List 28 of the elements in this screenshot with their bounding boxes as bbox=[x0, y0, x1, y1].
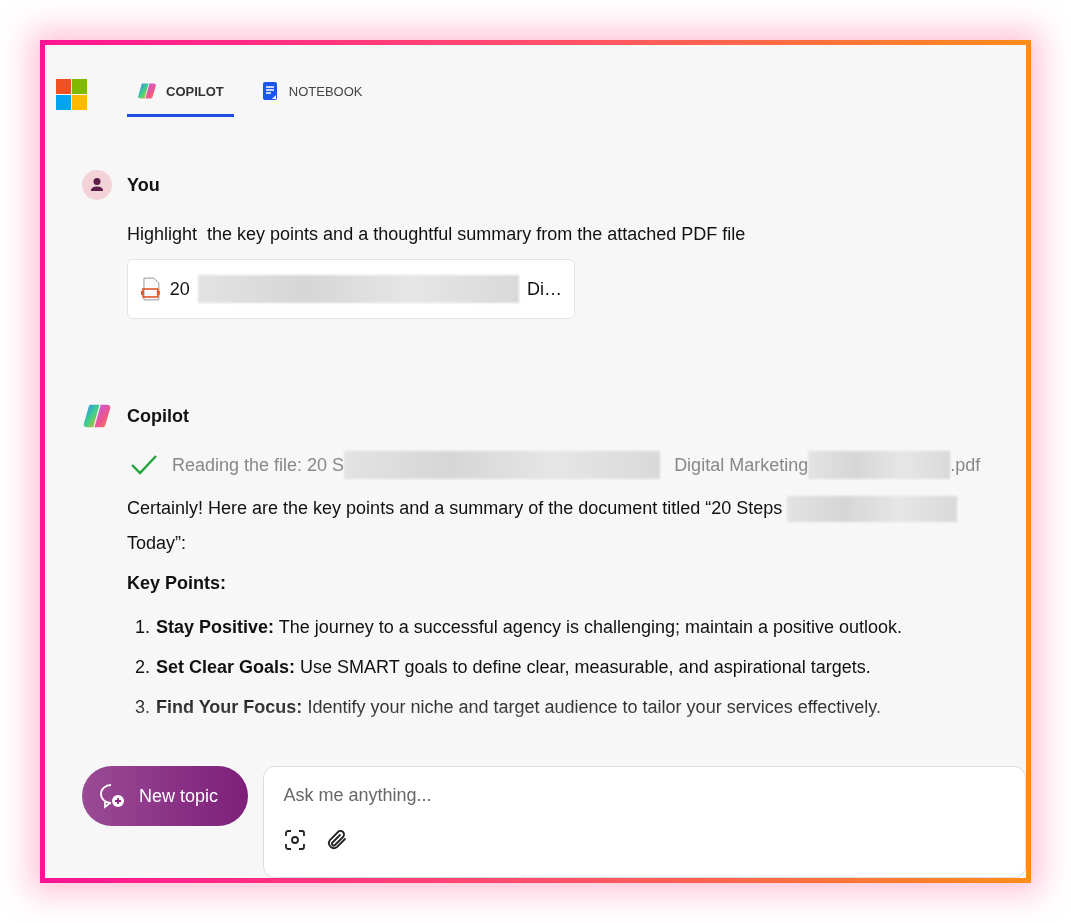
tab[interactable]: COPILOT bbox=[127, 79, 234, 117]
pdf-file-icon bbox=[140, 277, 162, 301]
author-name: You bbox=[127, 174, 160, 196]
new-topic-button[interactable]: New topic bbox=[82, 766, 249, 826]
message-text: Highlight the key points and a thoughtful summary from the attached PDF file bbox=[127, 224, 747, 245]
tab[interactable]: NOTEBOOK bbox=[249, 79, 373, 117]
section-heading: Key Points: bbox=[127, 573, 228, 594]
windows-logo-icon bbox=[56, 79, 87, 110]
file-name: 20 bbox=[169, 278, 190, 300]
list-item: Set Clear Goals: Use SMART goals to define clear, measurable, and aspirational targets. bbox=[156, 656, 871, 678]
status-text: Reading the file: 20 S bbox=[172, 454, 345, 476]
input-field[interactable]: Ask me anything... bbox=[283, 785, 884, 806]
attachment-card[interactable]: 20 Di… bbox=[127, 259, 575, 319]
list-number: 1. bbox=[135, 616, 150, 638]
user-avatar-icon bbox=[82, 170, 112, 200]
author-name: Copilot bbox=[127, 405, 189, 427]
list-item: Find Your Focus: Identify your niche and target audience to tailor your services effectively. bbox=[156, 696, 882, 718]
status-text: .pdf bbox=[950, 454, 981, 476]
message-text: Today”: bbox=[127, 533, 187, 553]
message-text: Certainly! Here are the key points and a summary of the document titled “20 Steps bbox=[127, 498, 783, 518]
screenshot-icon[interactable] bbox=[283, 828, 308, 852]
copilot-logo-icon bbox=[137, 81, 157, 101]
chat-plus-icon bbox=[98, 782, 126, 810]
file-name: Di… bbox=[527, 278, 562, 300]
status-text: Digital Marketing bbox=[674, 454, 809, 476]
list-number: 3. bbox=[135, 696, 150, 718]
list-number: 2. bbox=[135, 656, 150, 678]
list-item: Stay Positive: The journey to a successful agency is challenging; maintain a positive outlook. bbox=[156, 616, 903, 638]
